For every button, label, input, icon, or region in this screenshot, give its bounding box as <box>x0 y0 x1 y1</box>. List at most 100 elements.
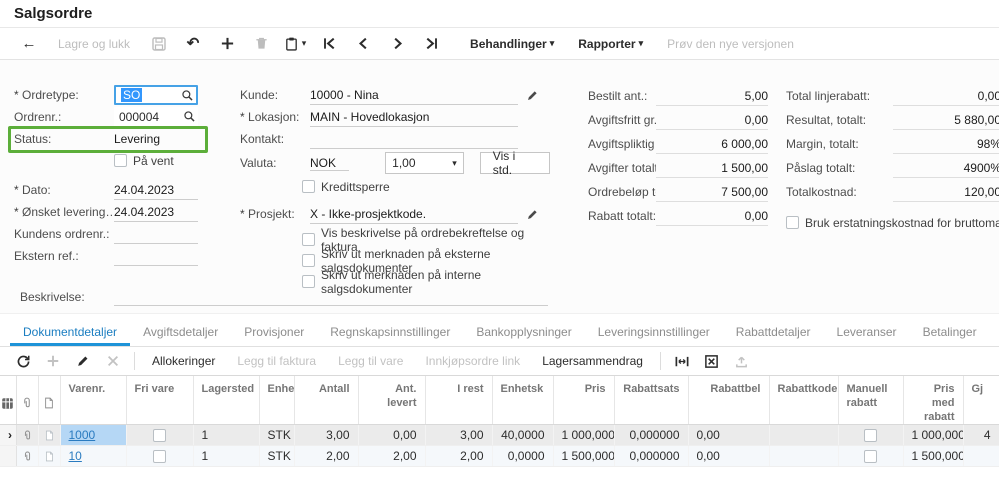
rabattbel-cell[interactable]: 0,00 <box>688 446 769 467</box>
lagersted-cell[interactable]: 1 <box>193 446 259 467</box>
pencil-icon[interactable] <box>526 208 539 221</box>
tab-provisjoner[interactable]: Provisjoner <box>231 318 317 346</box>
enhet-cell[interactable]: STK <box>259 425 294 446</box>
tab-leveranser[interactable]: Leveranser <box>824 318 910 346</box>
valuta-code-input[interactable]: NOK <box>310 156 349 171</box>
pris-cell[interactable]: 1 000,0000 <box>553 425 614 446</box>
vis-i-std-button[interactable]: Vis i std. <box>480 152 550 174</box>
lagersted-cell[interactable]: 1 <box>193 425 259 446</box>
rabattkode-cell[interactable] <box>769 425 838 446</box>
behandlinger-menu[interactable]: Behandlinger ▾ <box>458 31 566 57</box>
lagersammendrag-button[interactable]: Lagersammendrag <box>531 349 654 373</box>
grid-row-1[interactable]: › 1000 1 STK 3,00 0,00 3,00 40,0000 1 00… <box>0 425 999 446</box>
i-rest-cell[interactable]: 3,00 <box>425 425 492 446</box>
innkjopsordre-link-button[interactable]: Innkjøpsordre link <box>414 349 531 373</box>
column-header-rabattsats[interactable]: Rabattsats <box>614 376 688 425</box>
kredittsperre-checkbox[interactable] <box>302 180 315 193</box>
refresh-button[interactable] <box>8 349 38 373</box>
save-button[interactable] <box>142 31 176 57</box>
gj-cell[interactable] <box>963 446 999 467</box>
tab-leveringsinnstillinger[interactable]: Leveringsinnstillinger <box>585 318 723 346</box>
tab-betalinger[interactable]: Betalinger <box>910 318 990 346</box>
magnifier-icon[interactable] <box>181 89 194 102</box>
tab-bankopplysninger[interactable]: Bankopplysninger <box>463 318 584 346</box>
note-column-header[interactable] <box>38 376 60 425</box>
ordrenr-input[interactable]: 000004 <box>114 107 198 127</box>
interne-salgsdok-checkbox[interactable] <box>302 275 315 288</box>
row-note-cell[interactable] <box>38 446 60 467</box>
allokeringer-button[interactable]: Allokeringer <box>141 349 226 373</box>
fri-vare-cell[interactable] <box>126 446 193 467</box>
valuta-rate-dropdown[interactable]: 1,00 ▾ <box>385 152 464 174</box>
delete-row-button[interactable] <box>98 349 128 373</box>
rabattbel-cell[interactable]: 0,00 <box>688 425 769 446</box>
manuell-rabatt-checkbox[interactable] <box>864 450 877 463</box>
varenr-cell[interactable]: 1000 <box>60 425 126 446</box>
enhetsk-cell[interactable]: 0,0000 <box>492 446 553 467</box>
pris-med-rabatt-cell[interactable]: 1 500,0000 <box>903 446 963 467</box>
manuell-rabatt-checkbox[interactable] <box>864 429 877 442</box>
column-header-enhet[interactable]: Enhe <box>259 376 294 425</box>
tab-rabattdetaljer[interactable]: Rabattdetaljer <box>723 318 824 346</box>
fri-vare-checkbox[interactable] <box>153 450 166 463</box>
tab-regnskapsinnstillinger[interactable]: Regnskapsinnstillinger <box>317 318 463 346</box>
export-excel-button[interactable] <box>697 349 727 373</box>
try-new-version-button[interactable]: Prøv den nye versjonen <box>655 31 806 57</box>
edit-row-button[interactable] <box>68 349 98 373</box>
antall-cell[interactable]: 2,00 <box>294 446 358 467</box>
onsket-levering-input[interactable]: 24.04.2023 <box>114 202 198 222</box>
column-header-ant-levert[interactable]: Ant. levert <box>358 376 425 425</box>
pris-med-rabatt-cell[interactable]: 1 000,0000 <box>903 425 963 446</box>
lokasjon-input[interactable]: MAIN - Hovedlokasjon <box>310 107 518 127</box>
delete-button[interactable] <box>244 31 278 57</box>
column-header-antall[interactable]: Antall <box>294 376 358 425</box>
erstatningskostnad-checkbox[interactable] <box>786 216 799 229</box>
manuell-rabatt-cell[interactable] <box>838 446 903 467</box>
rapporter-menu[interactable]: Rapporter ▾ <box>566 31 655 57</box>
tab-avgiftsdetaljer[interactable]: Avgiftsdetaljer <box>130 318 231 346</box>
kunde-input[interactable]: 10000 - Nina <box>310 85 518 105</box>
column-header-lagersted[interactable]: Lagersted <box>193 376 259 425</box>
column-header-gj[interactable]: Gj <box>963 376 999 425</box>
column-header-rabattkode[interactable]: Rabattkode <box>769 376 838 425</box>
tab-totalt[interactable]: Totalt <box>990 318 999 346</box>
eksterne-salgsdok-checkbox[interactable] <box>302 254 315 267</box>
column-header-pris[interactable]: Pris <box>553 376 614 425</box>
ant-levert-cell[interactable]: 2,00 <box>358 446 425 467</box>
add-row-button[interactable] <box>38 349 68 373</box>
vis-beskrivelse-checkbox[interactable] <box>302 233 315 246</box>
back-button[interactable]: ← <box>12 31 46 57</box>
column-header-fri-vare[interactable]: Fri vare <box>126 376 193 425</box>
ant-levert-cell[interactable]: 0,00 <box>358 425 425 446</box>
row-attachment-cell[interactable] <box>16 446 38 467</box>
attachment-column-header[interactable] <box>16 376 38 425</box>
rabattsats-cell[interactable]: 0,000000 <box>614 446 688 467</box>
varenr-link[interactable]: 10 <box>69 449 82 463</box>
varenr-link[interactable]: 1000 <box>69 428 96 442</box>
column-header-enhetsk[interactable]: Enhetsk <box>492 376 553 425</box>
upload-button[interactable] <box>727 349 757 373</box>
column-header-rabattbel[interactable]: Rabattbel <box>688 376 769 425</box>
copy-paste-button[interactable]: ▾ <box>278 31 312 57</box>
tab-dokumentdetaljer[interactable]: Dokumentdetaljer <box>10 318 130 346</box>
grid-row-2[interactable]: 10 1 STK 2,00 2,00 2,00 0,0000 1 500,000… <box>0 446 999 467</box>
kontakt-input[interactable] <box>310 129 518 149</box>
column-header-manuell-rabatt[interactable]: Manuell rabatt <box>838 376 903 425</box>
kundens-ordrenr-input[interactable] <box>114 224 198 244</box>
rabattkode-cell[interactable] <box>769 446 838 467</box>
varenr-cell[interactable]: 10 <box>60 446 126 467</box>
manuell-rabatt-cell[interactable] <box>838 425 903 446</box>
legg-til-vare-button[interactable]: Legg til vare <box>327 349 414 373</box>
rabattsats-cell[interactable]: 0,000000 <box>614 425 688 446</box>
pa-vent-checkbox[interactable] <box>114 154 127 167</box>
save-and-close-button[interactable]: Lagre og lukk <box>46 31 142 57</box>
antall-cell[interactable]: 3,00 <box>294 425 358 446</box>
go-prev-button[interactable] <box>346 31 380 57</box>
dato-input[interactable]: 24.04.2023 <box>114 180 198 200</box>
enhetsk-cell[interactable]: 40,0000 <box>492 425 553 446</box>
go-last-button[interactable] <box>414 31 448 57</box>
fit-width-button[interactable] <box>667 349 697 373</box>
column-header-i-rest[interactable]: I rest <box>425 376 492 425</box>
grid-settings-header[interactable] <box>0 376 16 425</box>
ordretype-input[interactable]: SO <box>114 85 198 105</box>
